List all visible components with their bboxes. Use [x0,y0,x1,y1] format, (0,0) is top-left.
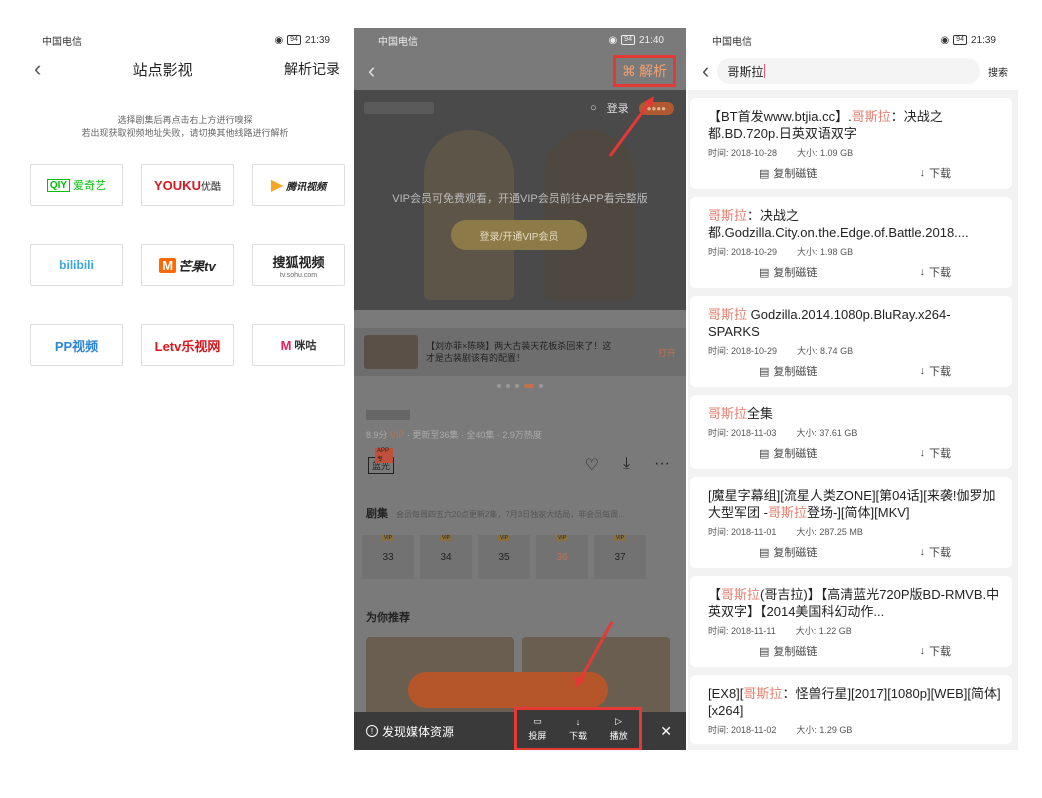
result-title: 哥斯拉 Godzilla.2014.1080p.BluRay.x264-SPAR… [708,307,951,339]
download-icon: ↓ [919,266,925,278]
list-item[interactable]: 【BT首发www.btjia.cc】.哥斯拉：决战之都.BD.720p.日英双语… [690,98,1012,189]
copy-magnet-button[interactable]: ▤ 复制磁链 [759,445,817,461]
site-grid: QIY 爱奇艺 YOUKU 优酷 ▶ 腾讯视频 bilibili M 芒果tv 搜狐视频… [18,164,352,366]
download-icon: ↓ [919,167,925,179]
document-icon: ▤ [759,447,770,460]
status-bar: 中国电信 ◉ 94 21:39 [18,28,352,52]
result-title: 【哥斯拉(哥吉拉)】【高清蓝光720P版BD-RMVB.中英双字】【2014美国… [708,587,1000,619]
site-youku[interactable]: YOUKU 优酷 [141,164,234,206]
sniff-hint: 选择剧集后再点击右上方进行嗅探 若出现获取视频地址失败，请切换其他线路进行解析 [81,115,289,138]
result-list: 【BT首发www.btjia.cc】.哥斯拉：决战之都.BD.720p.日英双语… [688,90,1018,744]
carrier-label: 中国电信 [712,36,752,48]
eye-icon: ◉ [940,34,950,46]
document-icon: ▤ [759,645,770,658]
document-icon: ▤ [759,546,770,559]
back-arrow-icon[interactable]: ‹ [702,60,709,82]
site-iqiyi[interactable]: QIY 爱奇艺 [30,164,123,206]
back-arrow-icon[interactable]: ‹ [34,58,41,80]
document-icon: ▤ [759,365,770,378]
list-item[interactable]: 哥斯拉全集 时间: 2018-11-03 大小: 37.61 GB ▤ 复制磁链 ↓ 下… [690,395,1012,469]
result-title: 哥斯拉全集 [708,406,774,421]
download-button[interactable]: ↓ 下载 [919,363,951,379]
battery-icon: 94 [287,35,301,45]
arrow-to-parse [608,101,652,157]
video-detail-screen: 中国电信 ◉ 94 21:40 ‹ ⌘ 解析 ○ 登录 ●●●● VIP会员可免… [354,28,686,750]
download-button[interactable]: ↓ 下载 [919,544,951,560]
download-button[interactable]: ↓ 下载 [919,445,951,461]
clock: 21:39 [970,34,996,46]
copy-magnet-button[interactable]: ▤ 复制磁链 [759,264,817,280]
eye-icon: ◉ [274,34,284,46]
site-pptv[interactable]: PP视频 [30,324,123,366]
carrier-label: 中国电信 [42,36,82,48]
list-item[interactable]: [EX8][哥斯拉：怪兽行星][2017][1080p][WEB][简体][x2… [690,675,1012,744]
download-icon: ↓ [919,447,925,459]
download-button[interactable]: ↓ 下载 [919,165,951,181]
site-sohu[interactable]: 搜狐视频 tv.sohu.com [252,244,345,286]
search-button[interactable]: 搜索 [988,64,1008,79]
status-bar: 中国电信 ◉ 94 21:39 [688,28,1018,52]
site-letv[interactable]: Letv乐视网 [141,324,234,366]
site-migu[interactable]: M 咪咕 [252,324,345,366]
clock: 21:39 [304,34,330,46]
result-title: [魔星字幕组][流星人类ZONE][第04话][来袭!伽罗加大型军团 -哥斯拉登… [708,488,996,520]
annotation-arrows [574,96,654,688]
site-tencent[interactable]: ▶ 腾讯视频 [252,164,345,206]
arrow-to-media [578,621,614,681]
list-item[interactable]: 【哥斯拉(哥吉拉)】【高清蓝光720P版BD-RMVB.中英双字】【2014美国… [690,576,1012,667]
page-title: 站点影视 [132,61,193,79]
header: ‹ 站点影视 解析记录 [18,52,352,86]
result-title: [EX8][哥斯拉：怪兽行星][2017][1080p][WEB][简体][x2… [708,686,1001,718]
copy-magnet-button[interactable]: ▤ 复制磁链 [759,544,817,560]
copy-magnet-button[interactable]: ▤ 复制磁链 [759,165,817,181]
download-icon: ↓ [919,365,925,377]
site-mgtv[interactable]: M 芒果tv [141,244,234,286]
search-header: ‹ 哥斯拉 搜索 [688,52,1018,90]
download-button[interactable]: ↓ 下载 [919,264,951,280]
result-title: 【BT首发www.btjia.cc】.哥斯拉：决战之都.BD.720p.日英双语… [708,109,943,141]
download-icon: ↓ [919,645,925,657]
search-input[interactable]: 哥斯拉 [717,58,980,84]
document-icon: ▤ [759,167,770,180]
parse-record-link[interactable]: 解析记录 [284,59,340,79]
site-video-screen: 中国电信 ◉ 94 21:39 ‹ 站点影视 解析记录 选择剧集后再点击右上方进… [18,28,352,750]
copy-magnet-button[interactable]: ▤ 复制磁链 [759,363,817,379]
search-results-screen: 中国电信 ◉ 94 21:39 ‹ 哥斯拉 搜索 【BT首发www.btjia.… [688,28,1018,750]
copy-magnet-button[interactable]: ▤ 复制磁链 [759,643,817,659]
list-item[interactable]: 哥斯拉：决战之都.Godzilla.City.on.the.Edge.of.Ba… [690,197,1012,288]
list-item[interactable]: [魔星字幕组][流星人类ZONE][第04话][来袭!伽罗加大型军团 -哥斯拉登… [690,477,1012,568]
download-icon: ↓ [919,546,925,558]
list-item[interactable]: 哥斯拉 Godzilla.2014.1080p.BluRay.x264-SPAR… [690,296,1012,387]
document-icon: ▤ [759,266,770,279]
result-title: 哥斯拉：决战之都.Godzilla.City.on.the.Edge.of.Ba… [708,208,969,240]
site-bilibili[interactable]: bilibili [30,244,123,286]
download-button[interactable]: ↓ 下载 [919,643,951,659]
battery-icon: 94 [953,35,967,45]
